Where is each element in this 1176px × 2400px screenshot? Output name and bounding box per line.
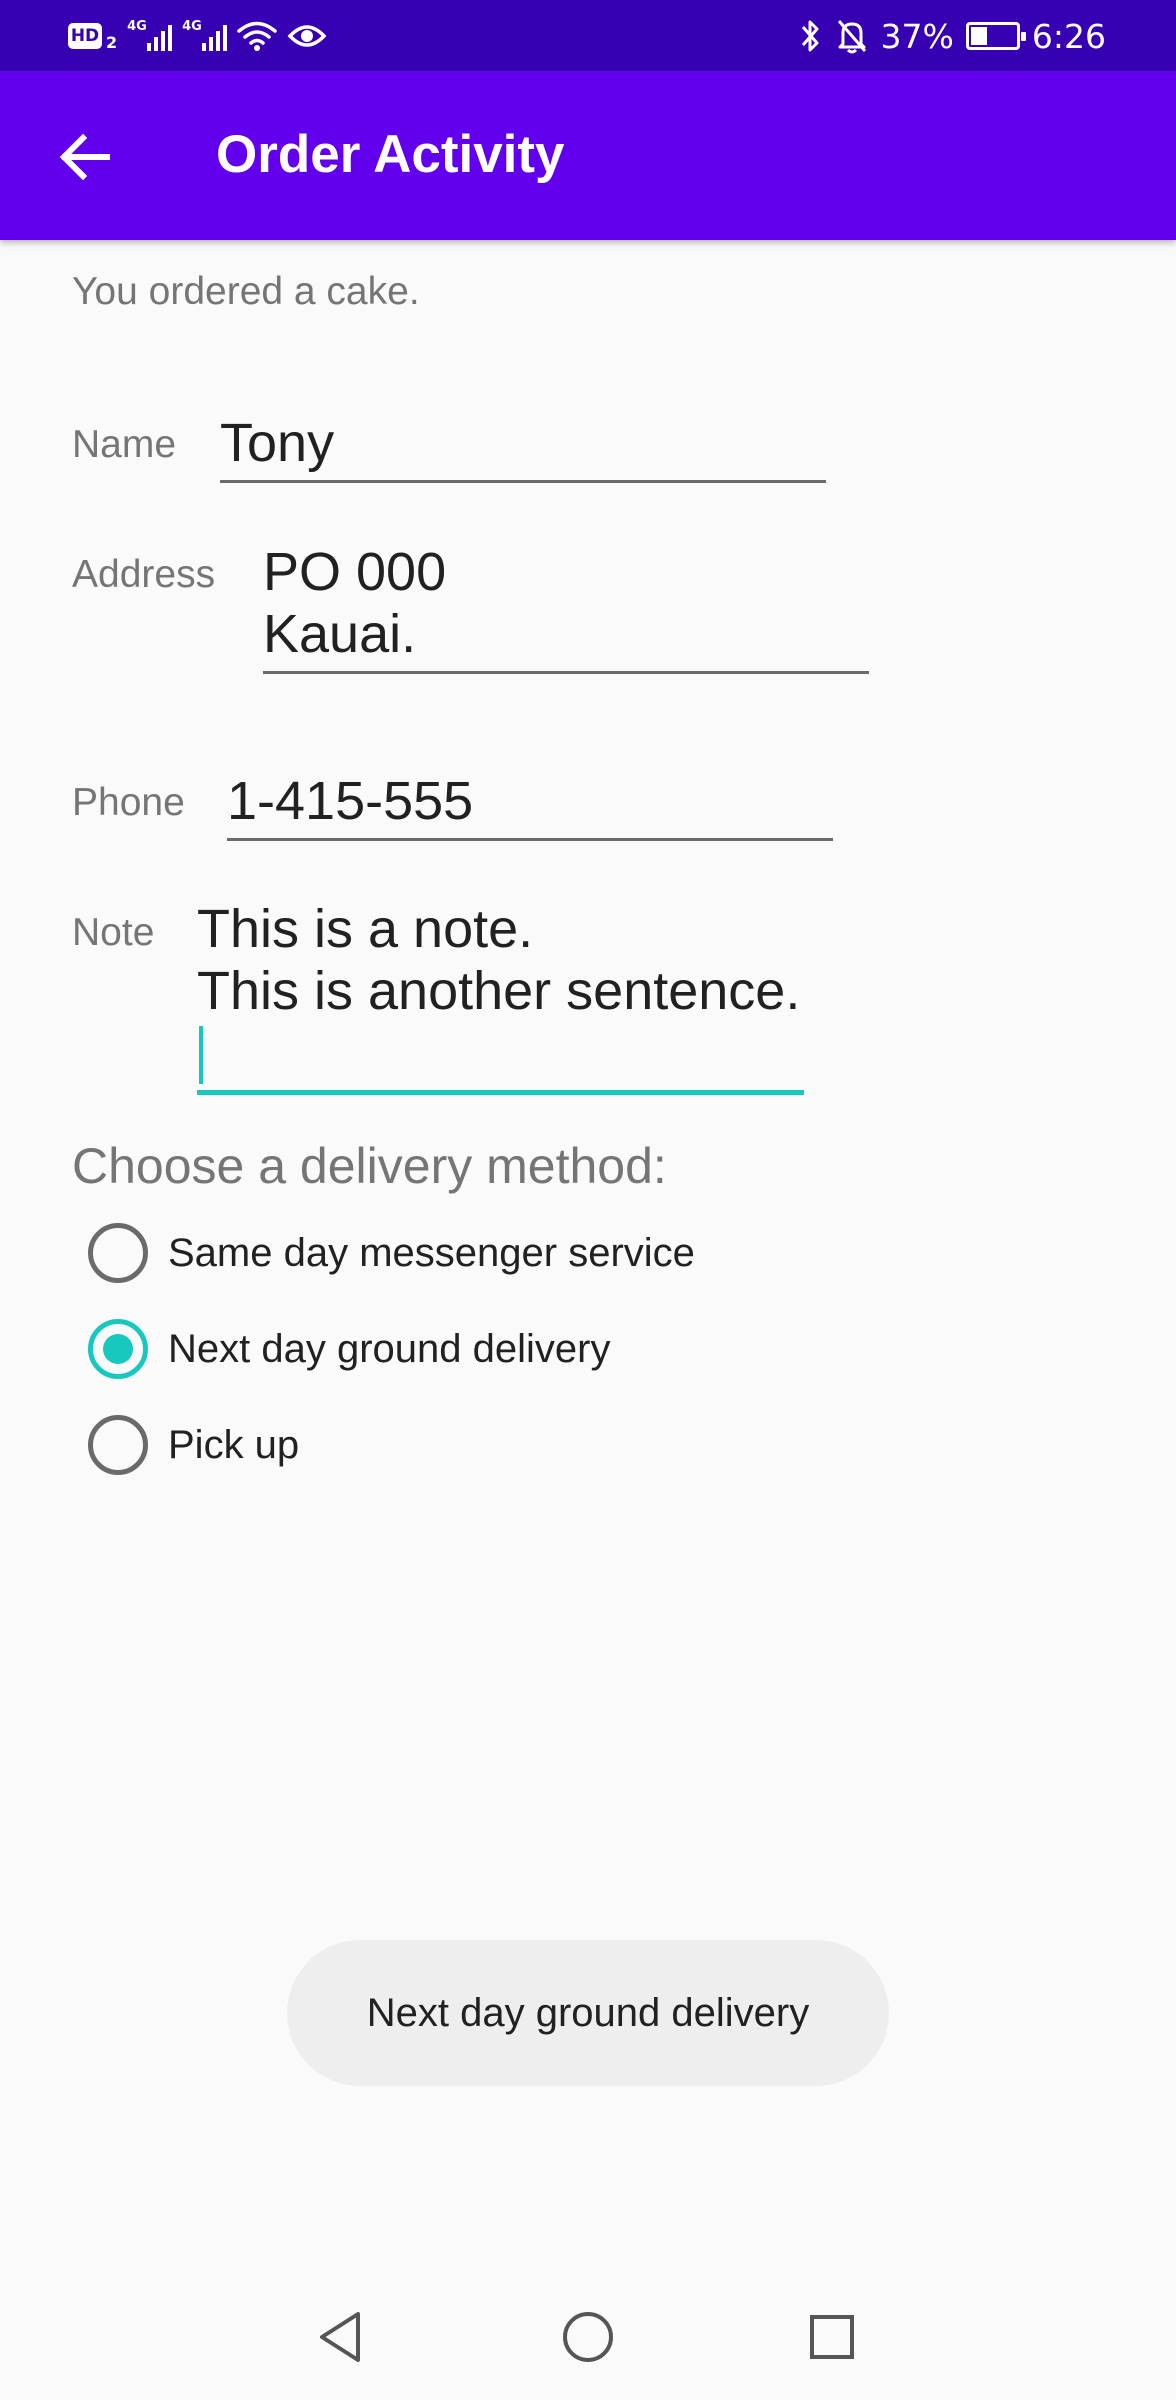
radio-selected-dot: [103, 1334, 133, 1364]
battery-fill: [970, 27, 988, 45]
address-field[interactable]: PO 000 Kauai.: [263, 541, 869, 674]
radio-next-day-label: Next day ground delivery: [168, 1326, 611, 1371]
radio-pick-up[interactable]: Pick up: [88, 1410, 299, 1480]
radio-button-icon: [88, 1415, 148, 1475]
signal-sim1-icon: 4G: [127, 19, 173, 51]
back-button[interactable]: [40, 117, 130, 197]
address-label: Address: [72, 553, 216, 596]
arrow-back-icon: [59, 133, 110, 181]
signal-sim2-label: 4G: [182, 19, 202, 34]
nav-recents-square-icon: [810, 2315, 854, 2359]
page-title: Order Activity: [216, 125, 565, 184]
name-label: Name: [72, 423, 177, 466]
battery-percent: 37%: [880, 16, 954, 56]
radio-pick-up-label: Pick up: [168, 1422, 300, 1467]
radio-same-day-label: Same day messenger service: [168, 1230, 695, 1275]
phone-label: Phone: [72, 781, 185, 824]
text-cursor: [199, 1026, 203, 1084]
delivery-heading: Choose a delivery method:: [72, 1138, 667, 1194]
name-field[interactable]: Tony: [220, 412, 826, 483]
signal-sim1-label: 4G: [127, 19, 147, 34]
radio-next-day[interactable]: Next day ground delivery: [88, 1314, 610, 1384]
battery-icon: [965, 22, 1026, 50]
nav-home-circle-icon: [563, 2312, 613, 2362]
order-summary-text: You ordered a cake.: [72, 270, 420, 313]
note-label: Note: [72, 911, 155, 954]
notifications-off-icon: [837, 20, 866, 54]
app-bar: Order Activity: [0, 71, 1176, 240]
note-field-text: This is a note. This is another sentence…: [197, 899, 801, 1021]
clock: 6:26: [1031, 16, 1106, 56]
eye-icon: [287, 25, 327, 47]
hd-voice-icon: HD: [68, 23, 102, 49]
radio-button-icon: [88, 1223, 148, 1283]
phone-field[interactable]: 1-415-555: [227, 770, 833, 841]
bluetooth-icon: [801, 20, 819, 52]
radio-same-day[interactable]: Same day messenger service: [88, 1218, 695, 1288]
nav-back-button[interactable]: [306, 2302, 376, 2372]
radio-button-icon: [88, 1319, 148, 1379]
wifi-icon: [237, 21, 277, 51]
hd-voice-sim-number: 2: [106, 32, 118, 52]
status-bar: HD 2 4G 4G 37% 6:26: [0, 0, 1176, 71]
signal-sim2-icon: 4G: [182, 19, 228, 51]
note-field[interactable]: This is a note. This is another sentence…: [197, 898, 804, 1095]
nav-recents-button[interactable]: [797, 2302, 867, 2372]
nav-back-triangle-icon: [320, 2312, 360, 2362]
navigation-bar: [0, 2274, 1176, 2400]
nav-home-button[interactable]: [553, 2302, 623, 2372]
toast-message: Next day ground delivery: [287, 1940, 889, 2086]
